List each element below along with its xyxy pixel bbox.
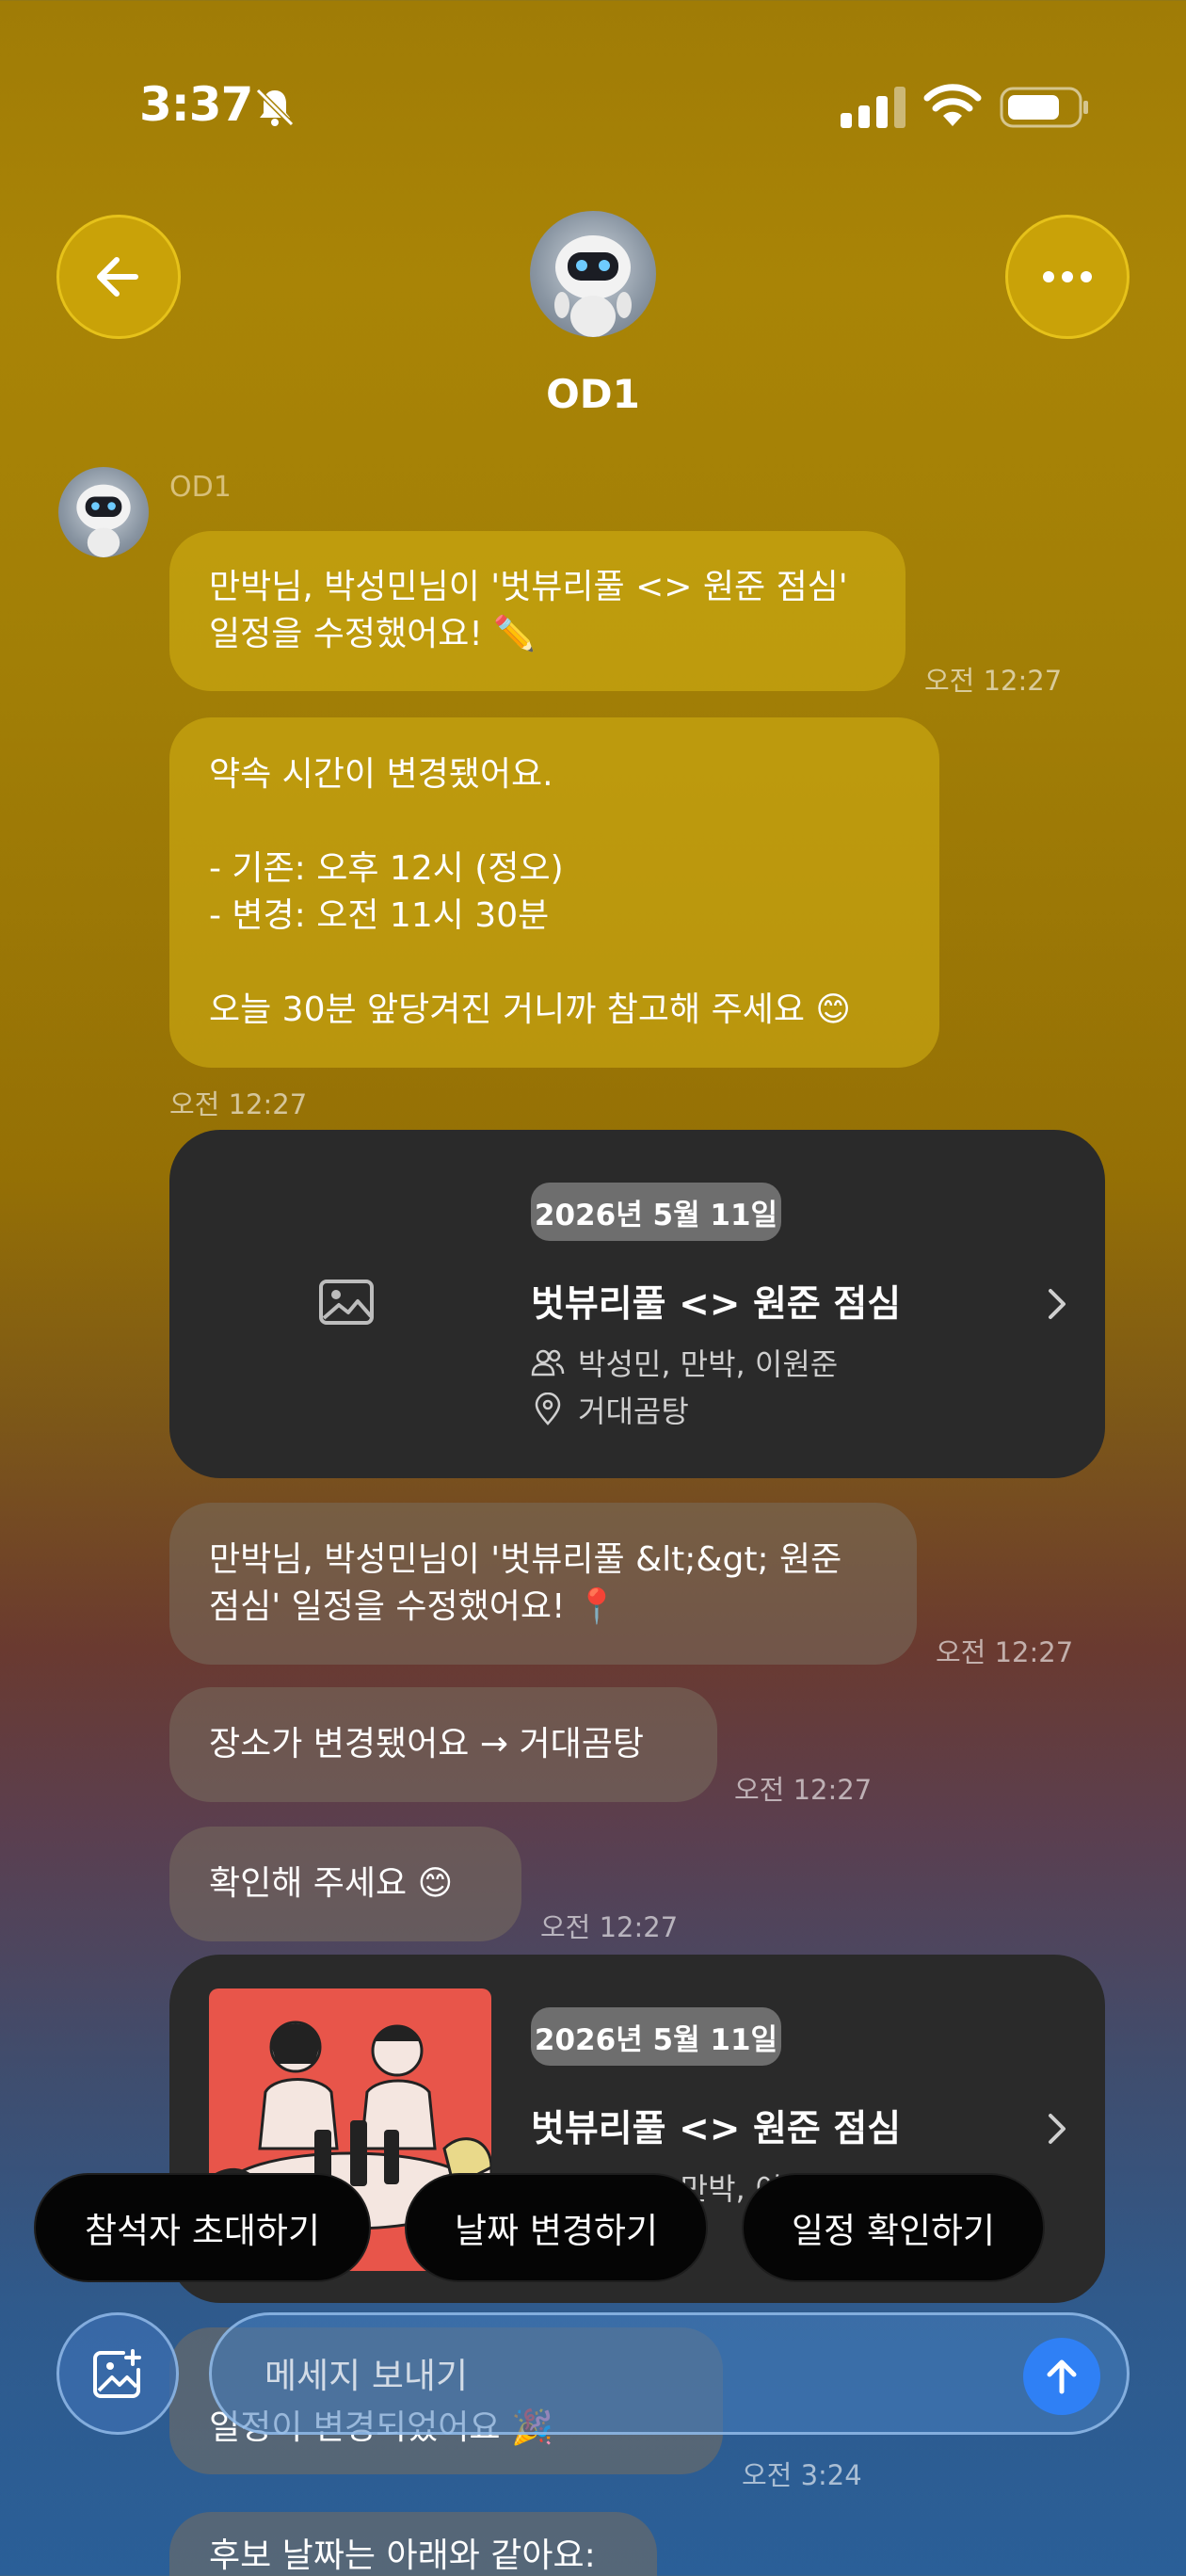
- card-location: 거대곰탕: [531, 1388, 689, 1431]
- sender-avatar[interactable]: [58, 467, 149, 557]
- message-time: 오전 12:27: [540, 1911, 679, 1943]
- chat-title: OD1: [546, 371, 640, 417]
- invite-participants-chip[interactable]: 참석자 초대하기: [34, 2173, 371, 2282]
- back-button[interactable]: [56, 215, 181, 339]
- message-time: 오전 3:24: [742, 2459, 862, 2491]
- more-options-button[interactable]: [1005, 215, 1130, 339]
- message-bubble: 만박님, 박성민님이 '벗뷰리풀 <> 원준 점심' 일정을 수정했어요! ✏️: [169, 531, 906, 691]
- message-text: 확인해 주세요 😊: [209, 1864, 454, 1903]
- robot-icon: [554, 235, 632, 337]
- change-date-chip[interactable]: 날짜 변경하기: [405, 2173, 708, 2282]
- message-input[interactable]: [264, 2343, 923, 2407]
- message-bubble: 장소가 변경됐어요 → 거대곰탕: [169, 1687, 717, 1802]
- people-icon: [531, 1349, 565, 1377]
- attach-photo-button[interactable]: [56, 2312, 179, 2435]
- message-time: 오전 12:27: [924, 665, 1063, 697]
- arrow-up-icon: [1047, 2359, 1077, 2394]
- sender-name: OD1: [169, 471, 232, 504]
- message-bubble: 확인해 주세요 😊: [169, 1827, 521, 1941]
- message-text: 장소가 변경됐어요 → 거대곰탕: [209, 1725, 644, 1763]
- message-composer: [209, 2312, 1130, 2435]
- message-text: 후보 날짜는 아래와 같아요:: [209, 2536, 596, 2575]
- bell-off-icon: [255, 88, 295, 127]
- card-title: 벗뷰리풀 <> 원준 점심: [531, 2108, 902, 2150]
- robot-icon: [76, 484, 131, 557]
- message-line: 만박님, 박성민님이 '벗뷰리풀 &lt;&gt; 원준: [209, 1540, 842, 1579]
- message-line: 약속 시간이 변경됐어요.: [209, 755, 553, 794]
- status-time: 3:37: [139, 77, 253, 132]
- message-line: 점심' 일정을 수정했어요! 📍: [209, 1587, 618, 1626]
- message-line: 오늘 30분 앞당겨진 거니까 참고해 주세요 😊: [209, 990, 851, 1029]
- location-pin-icon: [535, 1393, 561, 1425]
- card-location-text: 거대곰탕: [578, 1393, 689, 1429]
- schedule-card[interactable]: 2026년 5월 11일 벗뷰리풀 <> 원준 점심 박성민, 만박, 이원준 …: [169, 1130, 1105, 1478]
- card-participants-text: 박성민, 만박, 이원준: [578, 1346, 839, 1382]
- battery-icon: [1000, 87, 1088, 128]
- wifi-icon: [923, 84, 982, 126]
- arrow-left-icon: [97, 257, 138, 297]
- message-bubble: 후보 날짜는 아래와 같아요:: [169, 2512, 657, 2576]
- chevron-right-icon: [1049, 1289, 1066, 1319]
- card-date-badge: 2026년 5월 11일: [531, 2007, 781, 2066]
- chevron-right-icon: [1049, 2114, 1066, 2144]
- message-line: 만박님, 박성민님이 '벗뷰리풀 <> 원준 점심': [209, 568, 848, 606]
- image-placeholder-icon: [319, 1280, 374, 1325]
- message-time: 오전 12:27: [936, 1636, 1074, 1668]
- message-line: 일정을 수정했어요! ✏️: [209, 615, 537, 653]
- bot-avatar[interactable]: [530, 211, 656, 337]
- message-time: 오전 12:27: [169, 1088, 308, 1120]
- image-add-icon: [93, 2349, 141, 2398]
- message-bubble: 만박님, 박성민님이 '벗뷰리풀 &lt;&gt; 원준 점심' 일정을 수정했…: [169, 1503, 917, 1665]
- card-participants: 박성민, 만박, 이원준: [531, 1341, 838, 1384]
- card-title: 벗뷰리풀 <> 원준 점심: [531, 1283, 902, 1326]
- card-date-badge: 2026년 5월 11일: [531, 1183, 781, 1241]
- message-bubble: 약속 시간이 변경됐어요. - 기존: 오후 12시 (정오) - 변경: 오전…: [169, 717, 939, 1068]
- more-dots-icon: [1043, 271, 1092, 282]
- send-button[interactable]: [1023, 2338, 1100, 2415]
- message-time: 오전 12:27: [734, 1774, 873, 1806]
- message-line: - 변경: 오전 11시 30분: [209, 896, 550, 935]
- cellular-signal-icon: [841, 87, 906, 128]
- message-line: - 기존: 오후 12시 (정오): [209, 849, 564, 888]
- check-schedule-chip[interactable]: 일정 확인하기: [742, 2173, 1045, 2282]
